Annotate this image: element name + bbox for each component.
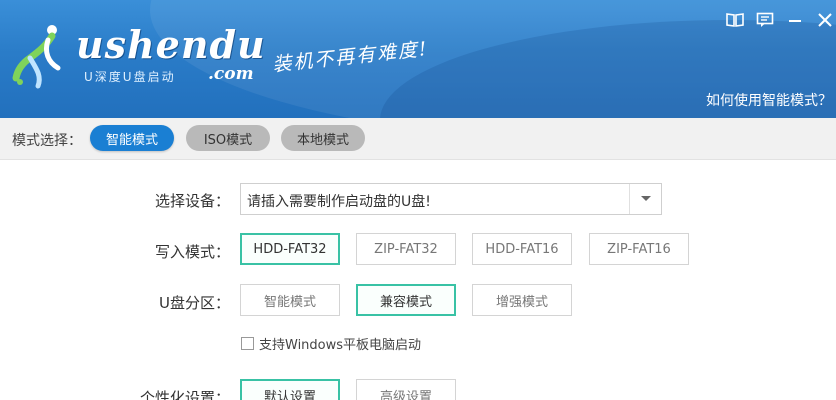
write-mode-label: 写入模式： (154, 243, 230, 261)
personalize-advanced-option[interactable]: 高级设置 (356, 379, 456, 400)
windows-tablet-label: 支持Windows平板电脑启动 (259, 337, 422, 353)
header-banner: ushendu U深度U盘启动 .com 装机不再有难度! 如何使用智能模式？ (0, 0, 836, 118)
mode-iso-button[interactable]: ISO模式 (186, 125, 270, 151)
write-mode-hdd-fat16[interactable]: HDD-FAT16 (472, 233, 572, 265)
logo-subtext: U深度U盘启动 (84, 70, 176, 84)
logo-text: ushendu (76, 22, 266, 67)
help-link[interactable]: 如何使用智能模式？ (706, 90, 832, 110)
partition-enhanced-option[interactable]: 增强模式 (472, 284, 572, 316)
chevron-down-icon[interactable] (629, 184, 661, 214)
mode-local-button[interactable]: 本地模式 (281, 125, 365, 151)
window-controls (716, 8, 836, 32)
mode-label: 模式选择： (12, 133, 82, 149)
personalize-label: 个性化设置： (139, 389, 230, 400)
windows-tablet-checkbox[interactable] (241, 336, 254, 350)
write-mode-zip-fat32[interactable]: ZIP-FAT32 (356, 233, 456, 265)
write-mode-zip-fat16[interactable]: ZIP-FAT16 (589, 233, 689, 265)
windows-tablet-checkbox-row[interactable]: 支持Windows平板电脑启动 (241, 334, 422, 353)
logo-figure-icon (12, 25, 61, 89)
partition-compatible-option[interactable]: 兼容模式 (356, 284, 456, 316)
personalize-default-option[interactable]: 默认设置 (240, 379, 340, 400)
write-mode-hdd-fat32[interactable]: HDD-FAT32 (240, 233, 340, 265)
partition-label: U盘分区： (159, 294, 230, 312)
partition-smart-option[interactable]: 智能模式 (240, 284, 340, 316)
device-label: 选择设备： (154, 192, 230, 210)
message-icon[interactable] (754, 9, 776, 31)
logo-domain: .com (208, 64, 254, 84)
mode-smart-button[interactable]: 智能模式 (90, 125, 174, 151)
minimize-icon[interactable] (784, 9, 806, 31)
mode-bar: 模式选择： 智能模式 ISO模式 本地模式 (0, 118, 836, 160)
device-select-value: 请插入需要制作启动盘的U盘! (247, 194, 431, 210)
book-icon[interactable] (724, 9, 746, 31)
logo: ushendu U深度U盘启动 .com (8, 18, 265, 93)
close-icon[interactable] (814, 9, 836, 31)
device-select[interactable]: 请插入需要制作启动盘的U盘! (240, 183, 662, 215)
